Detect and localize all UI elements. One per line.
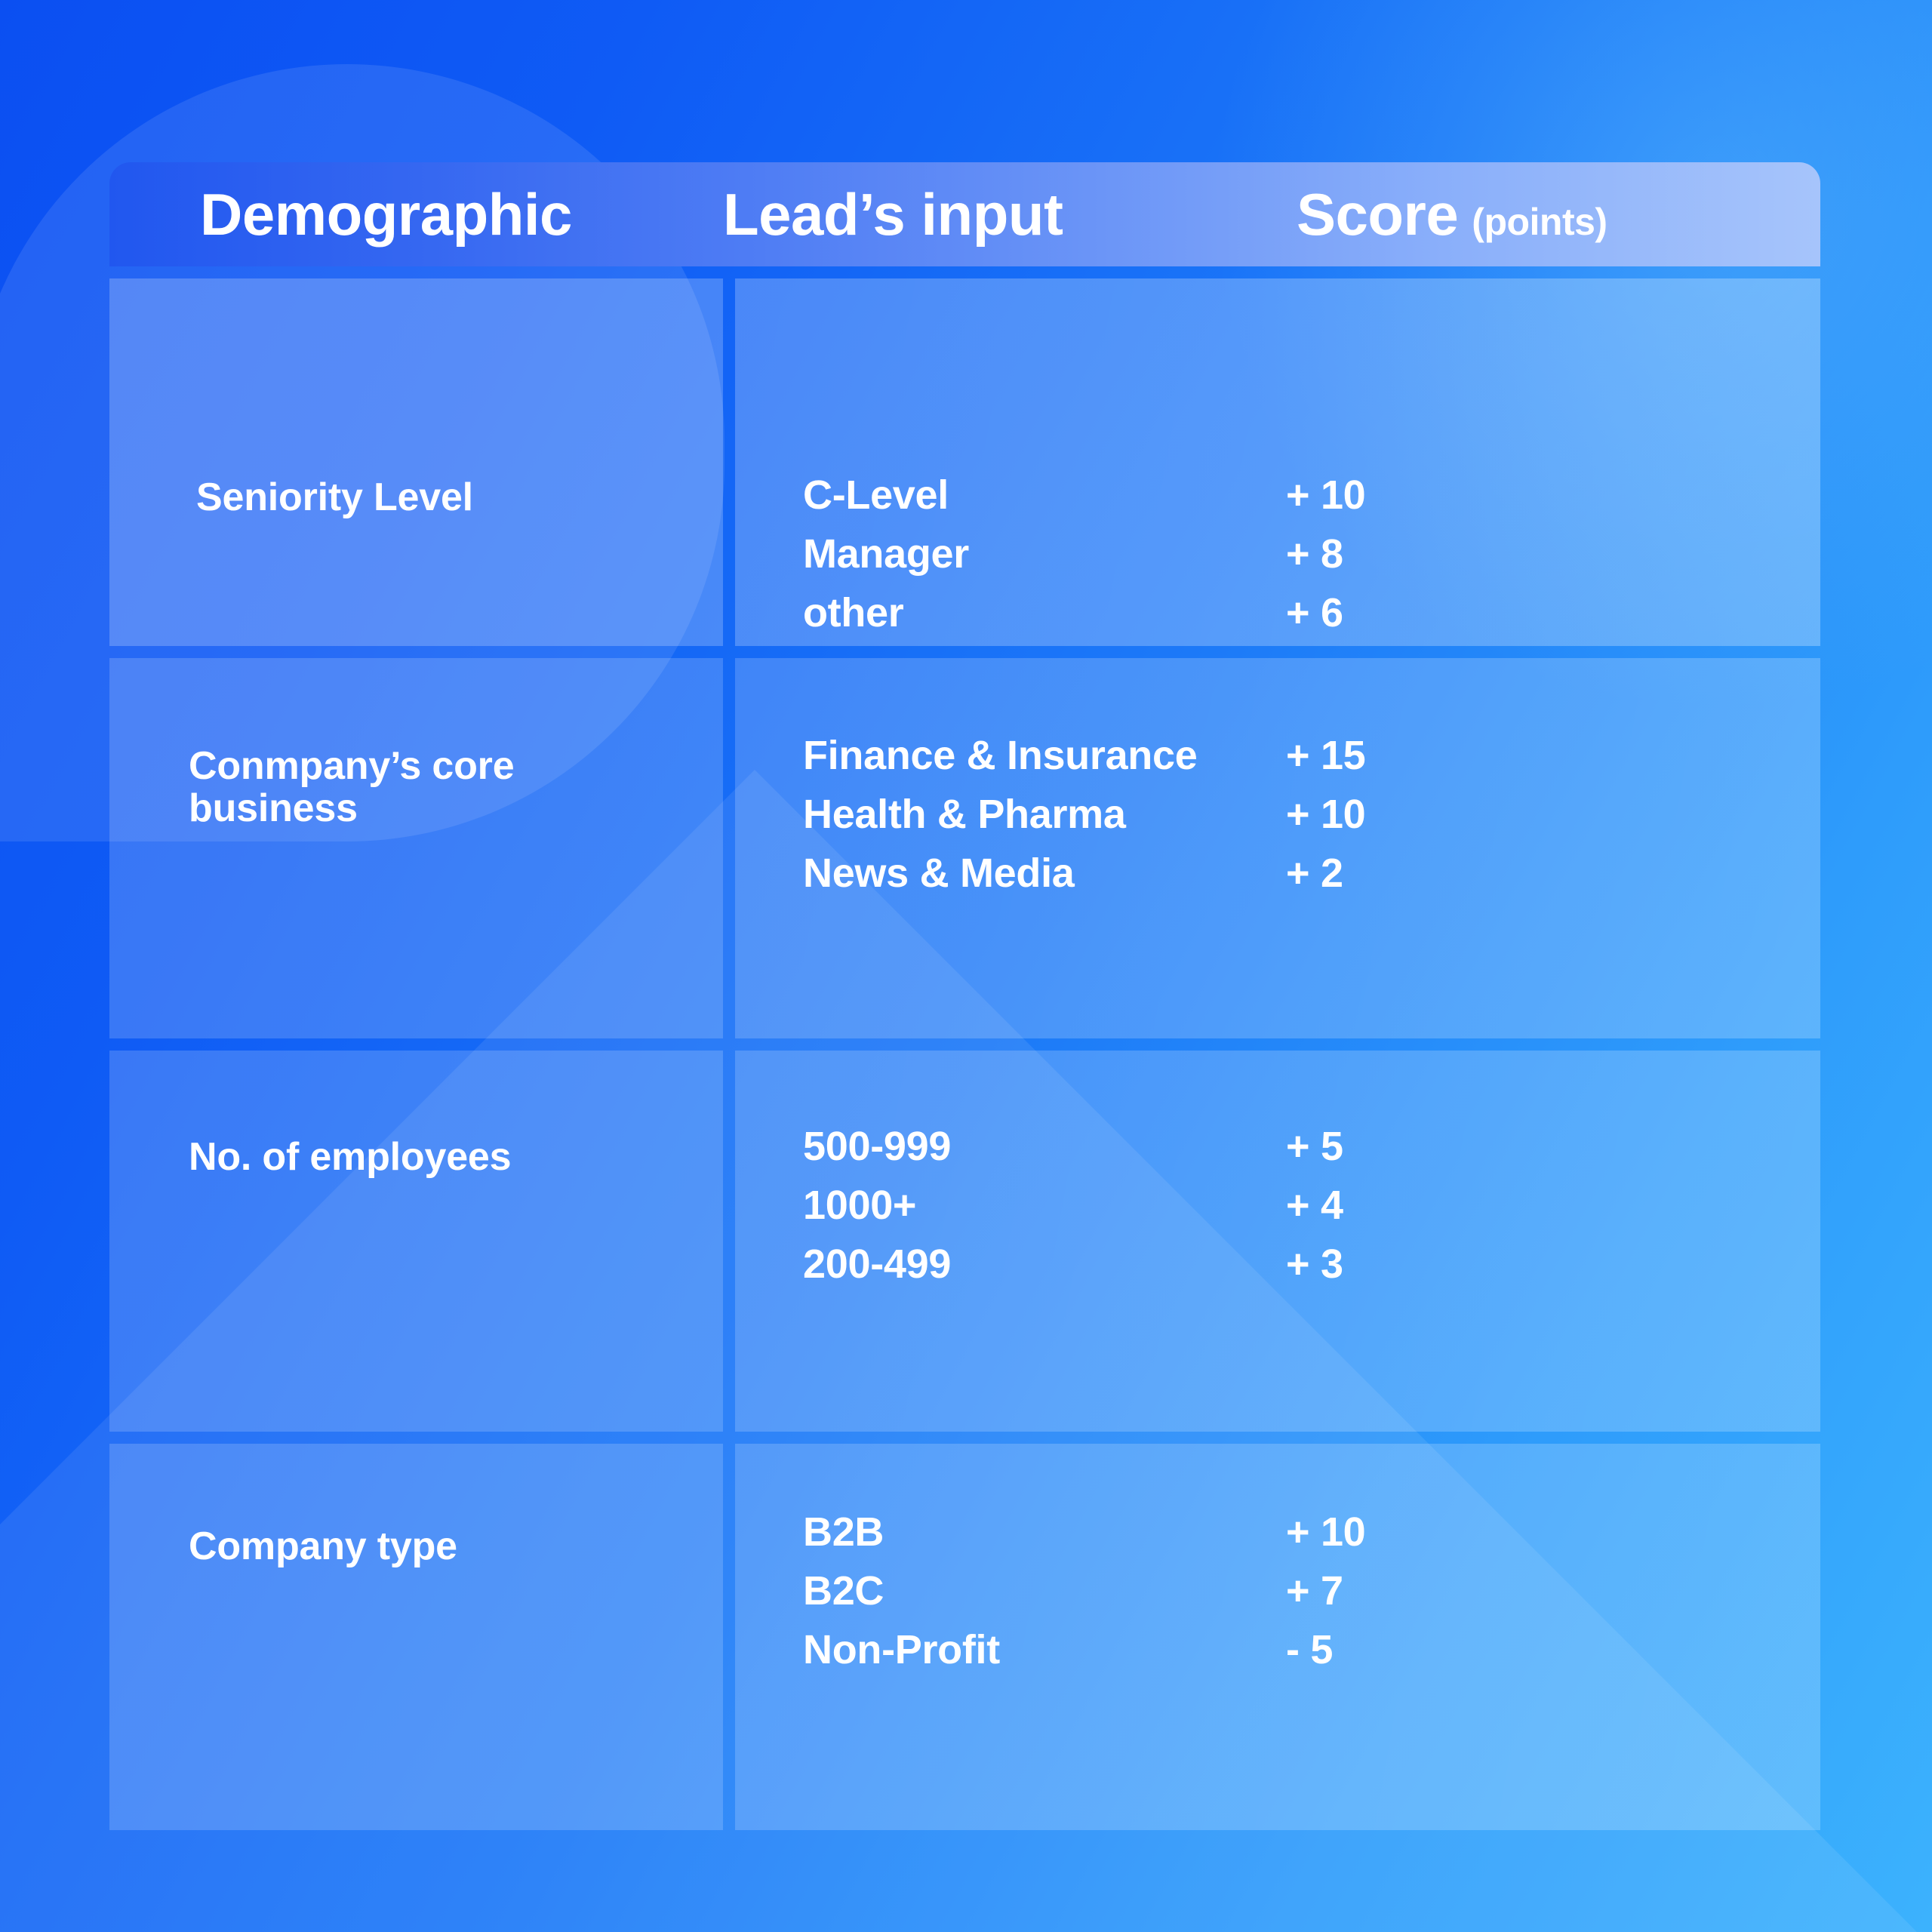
row-label-cell: Conmpany’s core business xyxy=(109,658,723,1038)
row-label-cell: Seniority Level xyxy=(109,278,723,646)
table-row: Conmpany’s core business Finance & Insur… xyxy=(109,658,1820,1038)
value-line: Health & Pharma + 10 xyxy=(803,785,1820,844)
value-line: B2C + 7 xyxy=(803,1561,1820,1620)
lead-scoring-table: Demographic Lead’s input Score (points) … xyxy=(109,162,1820,1830)
table-row: Company type B2B + 10 B2C + 7 Non-Profit… xyxy=(109,1444,1820,1830)
score-value: + 2 xyxy=(1286,851,1343,896)
table-row: No. of employees 500-999 + 5 1000+ + 4 2… xyxy=(109,1051,1820,1432)
column-header-demographic: Demographic xyxy=(200,180,572,248)
score-value: + 10 xyxy=(1286,792,1366,837)
score-value: + 10 xyxy=(1286,1509,1366,1555)
value-line: Finance & Insurance + 15 xyxy=(803,726,1820,785)
row-values-cell: B2B + 10 B2C + 7 Non-Profit - 5 xyxy=(735,1444,1820,1830)
lead-input-value: B2B xyxy=(803,1509,884,1555)
row-label-cell: No. of employees xyxy=(109,1051,723,1432)
row-label: Seniority Level xyxy=(196,475,473,519)
lead-input-value: Manager xyxy=(803,531,969,577)
lead-input-value: 500-999 xyxy=(803,1124,952,1169)
lead-input-value: Health & Pharma xyxy=(803,792,1126,837)
value-line: 500-999 + 5 xyxy=(803,1117,1820,1176)
table-row: Seniority Level C-Level + 10 Manager + 8… xyxy=(109,278,1820,646)
value-line: 200-499 + 3 xyxy=(803,1235,1820,1294)
value-line: C-Level + 10 xyxy=(803,466,1820,525)
column-header-score-label: Score xyxy=(1297,180,1459,248)
lead-input-value: B2C xyxy=(803,1568,884,1614)
lead-input-value: Finance & Insurance xyxy=(803,733,1198,778)
value-line: 1000+ + 4 xyxy=(803,1176,1820,1235)
row-label-cell: Company type xyxy=(109,1444,723,1830)
lead-input-value: C-Level xyxy=(803,472,949,518)
table-header-row: Demographic Lead’s input Score (points) xyxy=(109,162,1820,266)
row-label: No. of employees xyxy=(189,1135,512,1179)
column-header-score: Score (points) xyxy=(1297,180,1820,249)
value-line: Manager + 8 xyxy=(803,525,1820,583)
value-line: B2B + 10 xyxy=(803,1503,1820,1561)
value-line: News & Media + 2 xyxy=(803,844,1820,903)
poster-canvas: Demographic Lead’s input Score (points) … xyxy=(0,0,1932,1932)
row-label: Company type xyxy=(189,1524,457,1568)
score-value: + 10 xyxy=(1286,472,1366,518)
lead-input-value: 200-499 xyxy=(803,1241,952,1287)
row-label: Conmpany’s core business xyxy=(189,744,515,831)
score-value: + 15 xyxy=(1286,733,1366,778)
score-value: + 3 xyxy=(1286,1241,1343,1287)
row-values-cell: Finance & Insurance + 15 Health & Pharma… xyxy=(735,658,1820,1038)
value-line: other + 6 xyxy=(803,583,1820,642)
column-header-lead-input: Lead’s input xyxy=(723,180,1063,248)
score-value: + 5 xyxy=(1286,1124,1343,1169)
score-value: - 5 xyxy=(1286,1627,1334,1672)
score-value: + 7 xyxy=(1286,1568,1343,1614)
column-header-score-unit: (points) xyxy=(1472,200,1607,243)
lead-input-value: News & Media xyxy=(803,851,1075,896)
value-line: Non-Profit - 5 xyxy=(803,1620,1820,1679)
score-value: + 6 xyxy=(1286,590,1343,635)
lead-input-value: other xyxy=(803,590,904,635)
lead-input-value: Non-Profit xyxy=(803,1627,1000,1672)
score-value: + 8 xyxy=(1286,531,1343,577)
score-value: + 4 xyxy=(1286,1183,1343,1228)
lead-input-value: 1000+ xyxy=(803,1183,917,1228)
row-values-cell: C-Level + 10 Manager + 8 other + 6 xyxy=(735,278,1820,646)
row-values-cell: 500-999 + 5 1000+ + 4 200-499 + 3 xyxy=(735,1051,1820,1432)
